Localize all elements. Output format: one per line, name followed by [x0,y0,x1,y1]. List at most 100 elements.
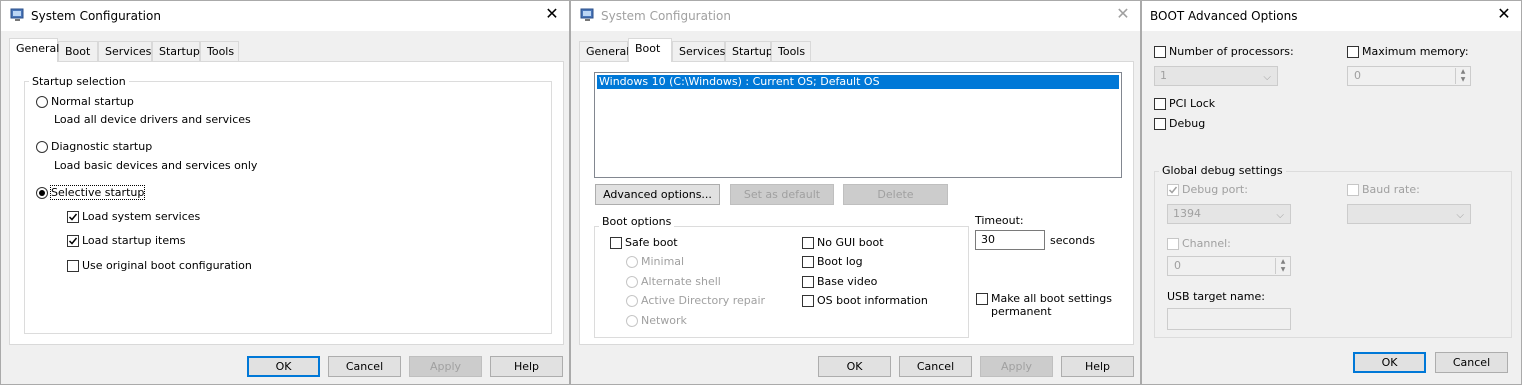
tab-general[interactable]: General [9,38,59,62]
maximum-memory-checkbox[interactable] [1347,46,1359,58]
title-bar: BOOT Advanced Options ✕ [1142,1,1521,31]
selective-startup-label[interactable]: Selective startup [49,185,146,200]
system-config-window-boot: System Configuration ✕ General Boot Serv… [570,0,1141,385]
channel-checkbox[interactable] [1167,238,1179,250]
make-permanent-checkbox[interactable] [976,293,988,305]
pci-lock-checkbox[interactable] [1154,98,1166,110]
use-original-boot-config-checkbox[interactable] [67,260,79,272]
selective-startup-radio[interactable] [36,187,48,199]
title-bar: System Configuration ✕ [1,1,569,31]
channel-label: Channel: [1182,237,1231,250]
apply-button[interactable]: Apply [980,356,1053,377]
baud-rate-checkbox[interactable] [1347,184,1359,196]
cancel-button[interactable]: Cancel [1435,352,1508,373]
load-system-services-label[interactable]: Load system services [82,210,200,223]
tab-startup[interactable]: Startup [725,41,773,61]
close-icon[interactable]: ✕ [545,6,559,22]
safe-boot-checkbox[interactable] [610,237,622,249]
debug-label[interactable]: Debug [1169,117,1205,130]
safe-boot-label[interactable]: Safe boot [625,236,678,249]
help-button[interactable]: Help [490,356,563,377]
network-radio[interactable] [626,315,638,327]
tab-services[interactable]: Services [98,41,152,61]
load-startup-items-checkbox[interactable] [67,235,79,247]
diagnostic-startup-description: Load basic devices and services only [54,159,258,172]
processors-combobox[interactable]: 1 ⌵ [1154,66,1278,86]
system-config-window-general: System Configuration ✕ General Boot Serv… [0,0,570,385]
number-of-processors-checkbox[interactable] [1154,46,1166,58]
timeout-input[interactable]: 30 [975,230,1045,250]
advanced-options-button[interactable]: Advanced options... [595,184,720,205]
diagnostic-startup-radio[interactable] [36,141,48,153]
max-memory-spinbox[interactable]: 0 ▲ ▼ [1347,66,1471,86]
ok-button[interactable]: OK [818,356,891,377]
number-of-processors-label[interactable]: Number of processors: [1169,45,1294,58]
cancel-button[interactable]: Cancel [328,356,401,377]
alternate-shell-radio[interactable] [626,276,638,288]
tab-tools[interactable]: Tools [200,41,239,61]
os-list[interactable]: Windows 10 (C:\Windows) : Current OS; De… [594,72,1122,178]
seconds-label: seconds [1050,234,1095,247]
checkmark-icon [1168,186,1178,194]
tab-general[interactable]: General [579,41,629,61]
tab-panel: Windows 10 (C:\Windows) : Current OS; De… [579,61,1134,345]
spin-down-icon[interactable]: ▼ [1275,266,1290,274]
spin-up-icon[interactable]: ▲ [1455,68,1470,76]
tab-services[interactable]: Services [672,41,725,61]
checkmark-icon [68,213,78,221]
ok-button[interactable]: OK [247,356,320,377]
boot-log-checkbox[interactable] [802,256,814,268]
os-list-item[interactable]: Windows 10 (C:\Windows) : Current OS; De… [597,75,1119,89]
tab-boot[interactable]: Boot [58,41,98,61]
set-as-default-button[interactable]: Set as default [730,184,834,205]
apply-button[interactable]: Apply [409,356,482,377]
base-video-checkbox[interactable] [802,276,814,288]
ad-repair-radio[interactable] [626,295,638,307]
tab-panel: Startup selection Normal startup Load al… [9,61,564,345]
no-gui-boot-label[interactable]: No GUI boot [817,236,884,249]
usb-target-name-input[interactable] [1167,308,1291,330]
channel-spinbox[interactable]: 0 ▲ ▼ [1167,256,1291,276]
boot-log-label[interactable]: Boot log [817,255,863,268]
ok-button[interactable]: OK [1353,352,1426,373]
ad-repair-label: Active Directory repair [641,294,766,307]
minimal-radio[interactable] [626,256,638,268]
tab-boot[interactable]: Boot [628,38,672,62]
os-boot-info-checkbox[interactable] [802,295,814,307]
pci-lock-label[interactable]: PCI Lock [1169,97,1215,110]
window-title: BOOT Advanced Options [1150,9,1298,23]
no-gui-boot-checkbox[interactable] [802,237,814,249]
load-system-services-checkbox[interactable] [67,211,79,223]
boot-advanced-options-window: BOOT Advanced Options ✕ Number of proces… [1141,0,1522,385]
os-boot-info-label[interactable]: OS boot information [817,294,928,307]
delete-button[interactable]: Delete [843,184,948,205]
tab-tools[interactable]: Tools [771,41,811,61]
chevron-down-icon: ⌵ [1276,210,1284,221]
debug-port-checkbox[interactable] [1167,184,1179,196]
close-icon[interactable]: ✕ [1497,6,1511,22]
debug-checkbox[interactable] [1154,118,1166,130]
cancel-button[interactable]: Cancel [899,356,972,377]
make-permanent-label-line2[interactable]: permanent [991,305,1052,318]
use-original-boot-config-label[interactable]: Use original boot configuration [82,259,252,272]
normal-startup-label[interactable]: Normal startup [51,95,134,108]
load-startup-items-label[interactable]: Load startup items [82,234,186,247]
baud-rate-combobox[interactable]: ⌵ [1347,204,1471,224]
group-title: Boot options [599,215,675,228]
help-button[interactable]: Help [1061,356,1134,377]
make-permanent-label[interactable]: Make all boot settings [991,292,1112,305]
debug-port-combobox[interactable]: 1394 ⌵ [1167,204,1291,224]
alternate-shell-label: Alternate shell [641,275,721,288]
base-video-label[interactable]: Base video [817,275,877,288]
window-title: System Configuration [31,9,161,23]
group-title: Startup selection [29,75,129,88]
tab-startup[interactable]: Startup [152,41,200,61]
usb-target-name-label: USB target name: [1167,290,1265,303]
normal-startup-radio[interactable] [36,96,48,108]
maximum-memory-label[interactable]: Maximum memory: [1362,45,1469,58]
diagnostic-startup-label[interactable]: Diagnostic startup [51,140,152,153]
close-icon[interactable]: ✕ [1116,6,1130,22]
spin-down-icon[interactable]: ▼ [1455,76,1470,84]
spin-up-icon[interactable]: ▲ [1275,258,1290,266]
checkmark-icon [68,237,78,245]
